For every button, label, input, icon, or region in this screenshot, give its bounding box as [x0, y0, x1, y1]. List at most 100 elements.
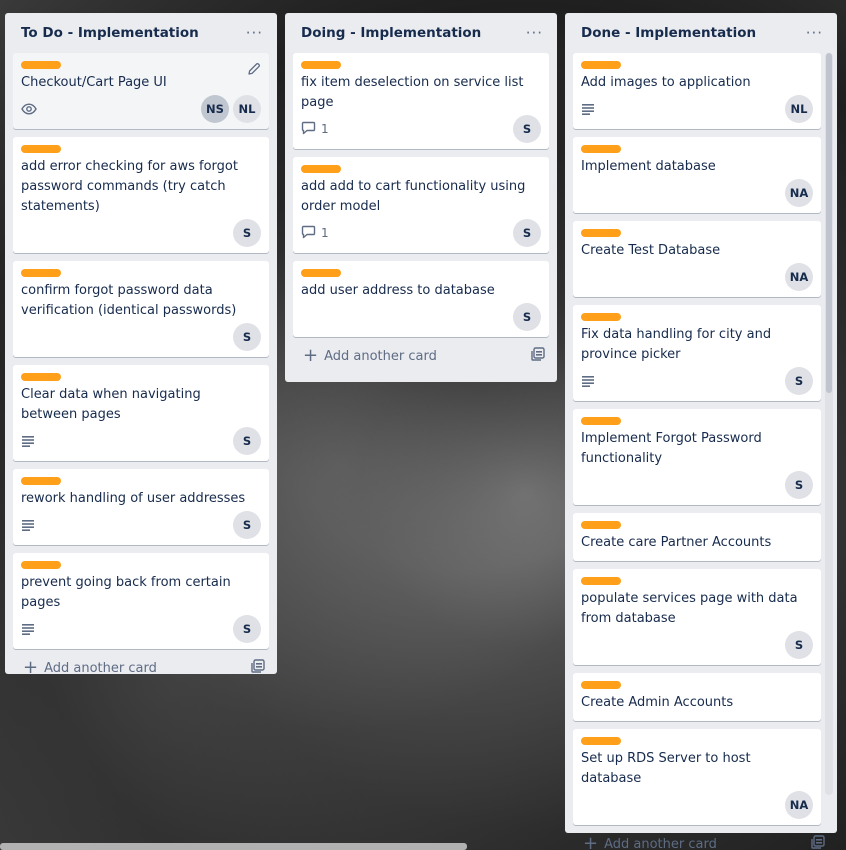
avatar[interactable]: S	[513, 303, 541, 331]
list-doing: Doing - Implementation ··· fix item dese…	[285, 13, 557, 382]
avatar[interactable]: S	[233, 615, 261, 643]
more-icon[interactable]: ···	[242, 25, 267, 41]
card[interactable]: Fix data handling for city and province …	[573, 305, 821, 401]
card-footer: S	[301, 303, 541, 331]
more-icon[interactable]: ···	[802, 25, 827, 41]
card-title: Fix data handling for city and province …	[581, 327, 772, 362]
list-header[interactable]: Done - Implementation ···	[573, 13, 829, 53]
card-list: Checkout/Cart Page UI NS NL add error check…	[13, 53, 269, 649]
card[interactable]: Implement Forgot Password functionality S	[573, 409, 821, 505]
card-title: Add images to application	[581, 75, 751, 90]
card[interactable]: rework handling of user addresses S	[13, 469, 269, 545]
list-header[interactable]: Doing - Implementation ···	[293, 13, 549, 53]
more-icon[interactable]: ···	[522, 25, 547, 41]
card-title: add error checking for aws forgot passwo…	[21, 159, 238, 214]
list-title[interactable]: Doing - Implementation	[301, 25, 481, 41]
add-card-button[interactable]: + Add another card	[13, 649, 269, 687]
card-title: Create Admin Accounts	[581, 695, 734, 710]
list-header[interactable]: To Do - Implementation ···	[13, 13, 269, 53]
avatar[interactable]: S	[233, 219, 261, 247]
card-title: fix item deselection on service list pag…	[301, 75, 524, 110]
avatar[interactable]: S	[233, 511, 261, 539]
card-footer: 1S	[301, 115, 541, 143]
card-title: Create Test Database	[581, 243, 721, 258]
avatar[interactable]: NA	[785, 179, 813, 207]
pencil-icon[interactable]	[247, 61, 261, 75]
add-card-button[interactable]: + Add another card	[573, 825, 829, 850]
card[interactable]: populate services page with data from da…	[573, 569, 821, 665]
card[interactable]: prevent going back from certain pages S	[13, 553, 269, 649]
avatar[interactable]: S	[785, 367, 813, 395]
avatar[interactable]: NA	[785, 263, 813, 291]
card[interactable]: fix item deselection on service list pag…	[293, 53, 549, 149]
card-footer: S	[21, 511, 261, 539]
card[interactable]: Create Admin Accounts	[573, 673, 821, 721]
card-title: Set up RDS Server to host database	[581, 751, 751, 786]
card[interactable]: Create care Partner Accounts	[573, 513, 821, 561]
description-icon	[581, 103, 595, 115]
card[interactable]: Implement database NA	[573, 137, 821, 213]
avatar[interactable]: S	[513, 115, 541, 143]
board-horizontal-scrollbar[interactable]	[0, 843, 467, 850]
card-label	[21, 561, 61, 569]
card-footer: S	[581, 631, 813, 659]
card[interactable]: add user address to database S	[293, 261, 549, 337]
card[interactable]: Add images to application NL	[573, 53, 821, 129]
card-title: confirm forgot password data verificatio…	[21, 283, 237, 318]
card-members: NL	[785, 95, 813, 123]
card-badges	[581, 375, 595, 387]
card-title: add add to cart functionality using orde…	[301, 179, 526, 214]
comment-icon	[301, 225, 316, 242]
card-footer: NS NL	[21, 95, 261, 123]
avatar[interactable]: S	[233, 427, 261, 455]
comment-count: 1	[321, 122, 329, 136]
description-icon	[581, 375, 595, 387]
avatar[interactable]: NS	[201, 95, 229, 123]
card[interactable]: Create Test Database NA	[573, 221, 821, 297]
card-label	[581, 577, 621, 585]
card-title: Clear data when navigating between pages	[21, 387, 201, 422]
avatar[interactable]: S	[513, 219, 541, 247]
card-template-icon[interactable]	[251, 659, 265, 677]
card-label	[301, 61, 341, 69]
avatar[interactable]: NA	[785, 791, 813, 819]
card-template-icon[interactable]	[531, 347, 545, 365]
card-footer: S	[21, 615, 261, 643]
card-badges	[21, 103, 37, 115]
card-title: rework handling of user addresses	[21, 491, 246, 506]
avatar[interactable]: S	[233, 323, 261, 351]
card-label	[581, 61, 621, 69]
card-label	[21, 269, 61, 277]
card[interactable]: add error checking for aws forgot passwo…	[13, 137, 269, 253]
list-title[interactable]: To Do - Implementation	[21, 25, 199, 41]
card-label	[21, 373, 61, 381]
avatar[interactable]: S	[785, 631, 813, 659]
list-scrollbar[interactable]	[825, 53, 833, 795]
scrollbar-thumb[interactable]	[826, 53, 832, 393]
card-template-icon[interactable]	[811, 835, 825, 850]
card-members: NS NL	[201, 95, 261, 123]
card-footer: S	[21, 323, 261, 351]
card[interactable]: Clear data when navigating between pages…	[13, 365, 269, 461]
card-footer: S	[21, 427, 261, 455]
card-members: S	[233, 323, 261, 351]
card-label	[581, 417, 621, 425]
avatar[interactable]: S	[785, 471, 813, 499]
add-card-button[interactable]: + Add another card	[293, 337, 549, 375]
card[interactable]: confirm forgot password data verificatio…	[13, 261, 269, 357]
card-badges: 1	[301, 225, 329, 242]
list-title[interactable]: Done - Implementation	[581, 25, 756, 41]
card-members: S	[233, 511, 261, 539]
card[interactable]: add add to cart functionality using orde…	[293, 157, 549, 253]
card-title: Create care Partner Accounts	[581, 535, 772, 550]
card-list: Add images to application NL Implement dat…	[573, 53, 829, 825]
avatar[interactable]: NL	[785, 95, 813, 123]
avatar[interactable]: NL	[233, 95, 261, 123]
description-icon	[21, 623, 35, 635]
card-badges	[21, 623, 35, 635]
card-title: prevent going back from certain pages	[21, 575, 231, 610]
card[interactable]: Set up RDS Server to host database NA	[573, 729, 821, 825]
add-card-label: Add another card	[324, 348, 437, 364]
card[interactable]: Checkout/Cart Page UI NS NL	[13, 53, 269, 129]
card-badges: 1	[301, 121, 329, 138]
